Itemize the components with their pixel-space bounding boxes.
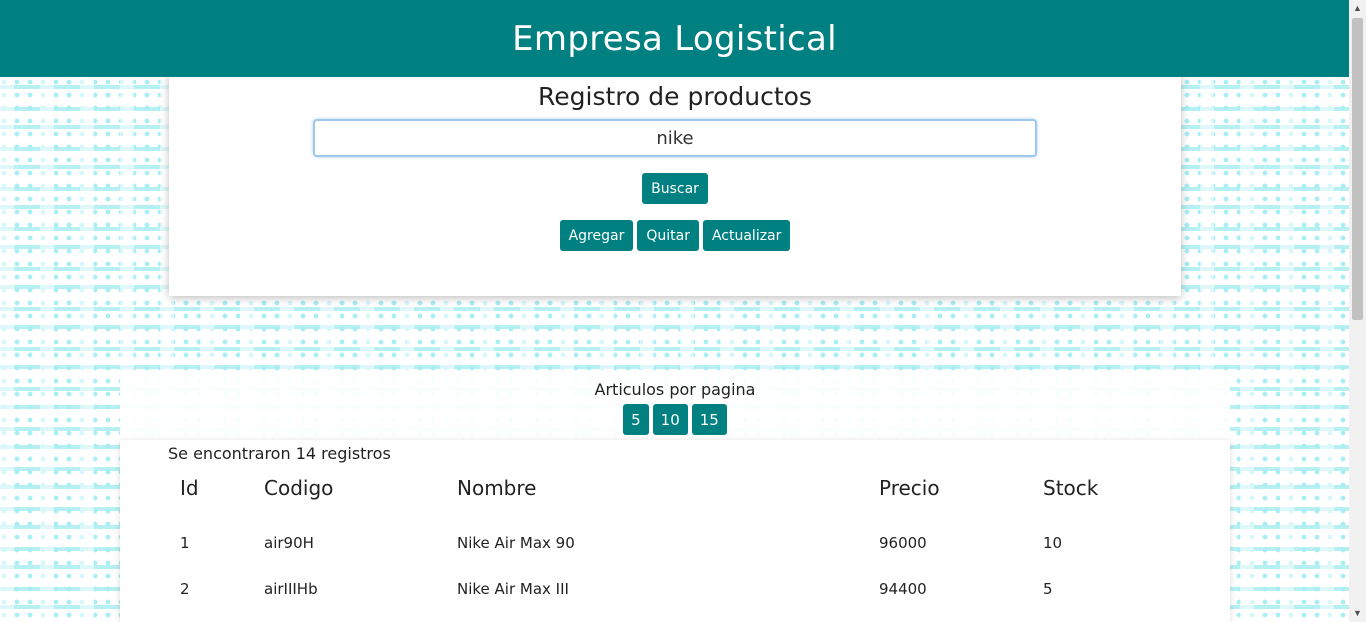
column-header-id: Id <box>180 476 199 500</box>
table-header-row: Id Codigo Nombre Precio Stock <box>168 470 1188 520</box>
product-search-card: Registro de productos Buscar Agregar Qui… <box>169 70 1181 296</box>
per-page-panel: Articulos por pagina 5 10 15 <box>120 374 1230 440</box>
scroll-down-icon[interactable]: ▼ <box>1349 605 1366 622</box>
column-header-codigo: Codigo <box>264 476 334 500</box>
app-header: Empresa Logistical <box>0 0 1349 77</box>
scroll-thumb[interactable] <box>1352 18 1363 320</box>
cell-id: 1 <box>180 534 190 552</box>
cell-codigo: air90H <box>264 534 314 552</box>
app-title: Empresa Logistical <box>512 18 837 59</box>
search-button[interactable]: Buscar <box>642 173 708 204</box>
table-row: 1 air90H Nike Air Max 90 96000 10 <box>168 520 1188 566</box>
per-page-5-button[interactable]: 5 <box>623 404 649 435</box>
update-button[interactable]: Actualizar <box>702 220 791 251</box>
per-page-label: Articulos por pagina <box>594 380 756 399</box>
remove-button[interactable]: Quitar <box>637 220 699 251</box>
per-page-15-button[interactable]: 15 <box>691 404 727 435</box>
per-page-10-button[interactable]: 10 <box>652 404 688 435</box>
column-header-stock: Stock <box>1043 476 1099 500</box>
page-title: Registro de productos <box>538 82 812 111</box>
column-header-precio: Precio <box>879 476 940 500</box>
cell-precio: 94400 <box>879 580 927 598</box>
add-button[interactable]: Agregar <box>559 220 634 251</box>
page-scrollbar[interactable]: ▲ ▼ <box>1349 0 1366 622</box>
results-panel: Se encontraron 14 registros Id Codigo No… <box>120 440 1230 622</box>
column-header-nombre: Nombre <box>457 476 537 500</box>
cell-nombre: Nike Air Max 90 <box>457 534 575 552</box>
table-row: 2 airIIIHb Nike Air Max III 94400 5 <box>168 566 1188 612</box>
cell-stock: 5 <box>1043 580 1053 598</box>
cell-id: 2 <box>180 580 190 598</box>
results-count: Se encontraron 14 registros <box>168 444 391 463</box>
scroll-up-icon[interactable]: ▲ <box>1349 0 1366 17</box>
cell-nombre: Nike Air Max III <box>457 580 569 598</box>
search-input[interactable] <box>313 119 1037 157</box>
cell-stock: 10 <box>1043 534 1063 552</box>
cell-codigo: airIIIHb <box>264 580 318 598</box>
cell-precio: 96000 <box>879 534 927 552</box>
products-table: Id Codigo Nombre Precio Stock 1 air90H N… <box>168 470 1188 612</box>
